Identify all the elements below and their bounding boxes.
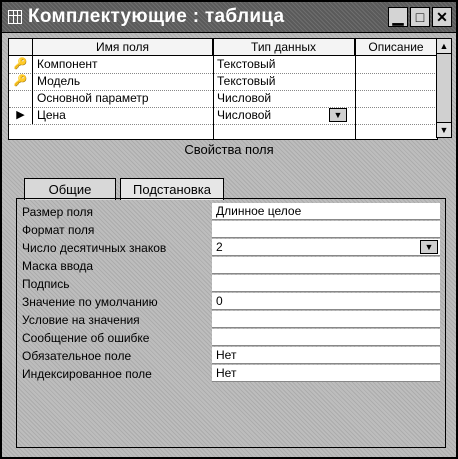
table-design-window: Комплектующие : таблица ▁ □ ✕ Имя поля Т…: [0, 0, 458, 459]
table-row[interactable]: ▶ Цена Числовой ▼: [9, 107, 437, 125]
property-row[interactable]: Формат поля: [22, 221, 442, 239]
field-name-cell[interactable]: Цена: [37, 107, 66, 124]
primary-key-icon: 🔑: [9, 73, 33, 90]
property-value[interactable]: 0: [212, 293, 440, 310]
minimize-button[interactable]: ▁: [388, 7, 408, 27]
property-row[interactable]: Маска ввода: [22, 257, 442, 275]
property-label: Размер поля: [22, 205, 93, 219]
header-selector: [9, 39, 33, 55]
grid-header: Имя поля Тип данных Описание: [9, 39, 437, 56]
property-row[interactable]: Число десятичных знаков 2 ▼: [22, 239, 442, 257]
property-label: Значение по умолчанию: [22, 295, 158, 309]
property-value[interactable]: [212, 257, 440, 274]
field-properties-title: Свойства поля: [184, 142, 274, 157]
property-row[interactable]: Условие на значения: [22, 311, 442, 329]
current-row-arrow-icon: ▶: [9, 107, 33, 124]
property-row[interactable]: Размер поля Длинное целое: [22, 203, 442, 221]
close-button[interactable]: ✕: [432, 7, 452, 27]
property-label: Формат поля: [22, 223, 95, 237]
tab-general[interactable]: Общие: [24, 178, 116, 200]
property-label: Индексированное поле: [22, 367, 152, 381]
row-selector[interactable]: [9, 90, 33, 107]
property-row[interactable]: Сообщение об ошибке: [22, 329, 442, 347]
property-value[interactable]: 2: [212, 239, 440, 256]
property-value[interactable]: Длинное целое: [212, 203, 440, 220]
column-header-data-type[interactable]: Тип данных: [213, 39, 355, 55]
scroll-up-icon[interactable]: ▲: [437, 39, 451, 54]
data-type-dropdown-button[interactable]: ▼: [329, 108, 347, 122]
field-name-cell[interactable]: Основной параметр: [37, 90, 149, 107]
property-value[interactable]: [212, 221, 440, 238]
table-row[interactable]: 🔑 Компонент Текстовый: [9, 56, 437, 74]
property-label: Подпись: [22, 277, 70, 291]
field-grid: Имя поля Тип данных Описание 🔑 Компонент…: [8, 38, 438, 140]
primary-key-icon: 🔑: [9, 56, 33, 73]
data-type-cell[interactable]: Текстовый: [217, 73, 275, 90]
property-row[interactable]: Индексированное поле Нет: [22, 365, 442, 383]
column-header-field-name[interactable]: Имя поля: [33, 39, 213, 55]
property-value[interactable]: [212, 329, 440, 346]
data-type-cell[interactable]: Текстовый: [217, 56, 275, 73]
field-name-cell[interactable]: Модель: [37, 73, 80, 90]
title-bar[interactable]: Комплектующие : таблица ▁ □ ✕: [2, 2, 456, 33]
property-value[interactable]: Нет: [212, 365, 440, 382]
decimal-places-dropdown-button[interactable]: ▼: [420, 240, 438, 254]
property-label: Условие на значения: [22, 313, 140, 327]
property-value[interactable]: [212, 275, 440, 292]
maximize-button[interactable]: □: [410, 7, 430, 27]
property-row[interactable]: Обязательное поле Нет: [22, 347, 442, 365]
property-row[interactable]: Значение по умолчанию 0: [22, 293, 442, 311]
column-header-description[interactable]: Описание: [355, 39, 437, 55]
property-label: Сообщение об ошибке: [22, 331, 150, 345]
tab-lookup[interactable]: Подстановка: [120, 178, 224, 200]
window-title: Комплектующие : таблица: [28, 6, 285, 27]
property-label: Обязательное поле: [22, 349, 132, 363]
table-icon: [8, 10, 22, 24]
data-type-cell[interactable]: Числовой: [217, 90, 271, 107]
property-value[interactable]: Нет: [212, 347, 440, 364]
property-label: Маска ввода: [22, 259, 94, 273]
table-row[interactable]: Основной параметр Числовой: [9, 90, 437, 108]
scroll-down-icon[interactable]: ▼: [437, 122, 451, 137]
property-row[interactable]: Подпись: [22, 275, 442, 293]
property-label: Число десятичных знаков: [22, 241, 167, 255]
data-type-cell[interactable]: Числовой: [217, 107, 271, 124]
field-name-cell[interactable]: Компонент: [37, 56, 98, 73]
grid-scrollbar[interactable]: ▲ ▼: [436, 38, 452, 138]
table-row[interactable]: 🔑 Модель Текстовый: [9, 73, 437, 91]
property-value[interactable]: [212, 311, 440, 328]
